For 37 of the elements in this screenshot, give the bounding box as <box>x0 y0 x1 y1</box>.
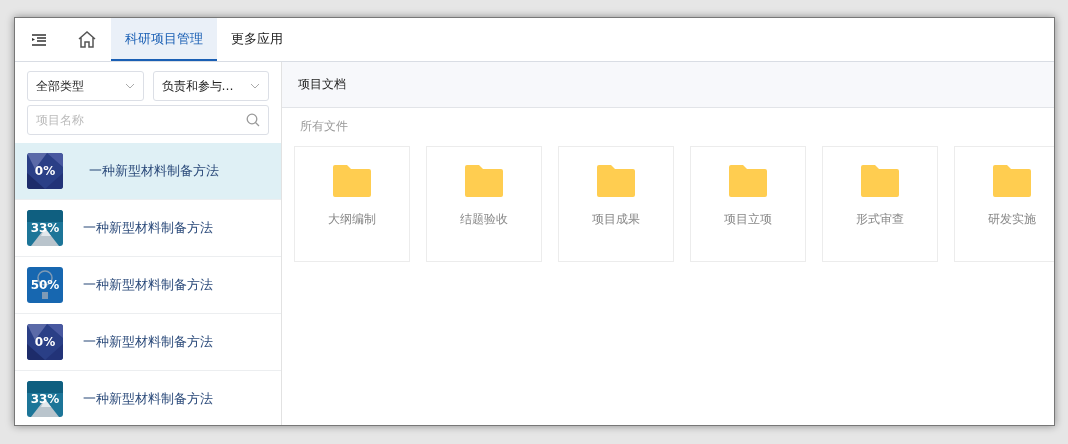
project-item[interactable]: 33% 一种新型材料制备方法 <box>15 200 281 257</box>
folder-card[interactable]: 结题验收 <box>426 146 542 262</box>
folder-icon <box>596 165 636 197</box>
project-name: 一种新型材料制备方法 <box>83 276 213 294</box>
folder-card[interactable]: 项目成果 <box>558 146 674 262</box>
folder-icon <box>992 165 1032 197</box>
folder-icon <box>860 165 900 197</box>
search-field[interactable]: 项目名称 <box>27 105 269 135</box>
folder-card[interactable]: 形式审查 <box>822 146 938 262</box>
project-item[interactable]: 0% 一种新型材料制备方法 <box>15 143 281 200</box>
project-item[interactable]: 33% 一种新型材料制备方法 <box>15 371 281 425</box>
filter-dropdown[interactable]: 负责和参与… <box>152 71 269 101</box>
project-name: 一种新型材料制备方法 <box>83 333 213 351</box>
progress-label: 33% <box>30 222 60 234</box>
chevron-icon <box>124 83 135 89</box>
folder-card[interactable]: 大纲编制 <box>294 146 410 262</box>
progress-label: 33% <box>30 393 60 405</box>
project-name: 一种新型材料制备方法 <box>83 390 213 408</box>
section-title: 项目文档 <box>298 76 346 93</box>
project-item[interactable]: 0% 一种新型材料制备方法 <box>15 314 281 371</box>
folder-card[interactable]: 研发实施 <box>954 146 1054 262</box>
breadcrumb: 所有文件 <box>300 119 348 133</box>
search-icon <box>246 113 260 127</box>
nav-tab[interactable]: 更多应用 <box>217 18 297 61</box>
project-item[interactable]: 50% 一种新型材料制备方法 <box>15 257 281 314</box>
folder-icon <box>464 165 504 197</box>
chevron-icon <box>250 83 260 89</box>
project-name: 一种新型材料制备方法 <box>89 162 219 180</box>
filter-dropdown[interactable]: 全部类型 <box>27 71 144 101</box>
progress-label: 0% <box>34 336 56 348</box>
progress-label: 50% <box>30 279 60 291</box>
project-name: 一种新型材料制备方法 <box>83 219 213 237</box>
folder-card[interactable]: 项目立项 <box>690 146 806 262</box>
folder-icon <box>728 165 768 197</box>
progress-label: 0% <box>34 165 56 177</box>
nav-tab[interactable]: 科研项目管理 <box>111 18 217 61</box>
folder-icon <box>332 165 372 197</box>
